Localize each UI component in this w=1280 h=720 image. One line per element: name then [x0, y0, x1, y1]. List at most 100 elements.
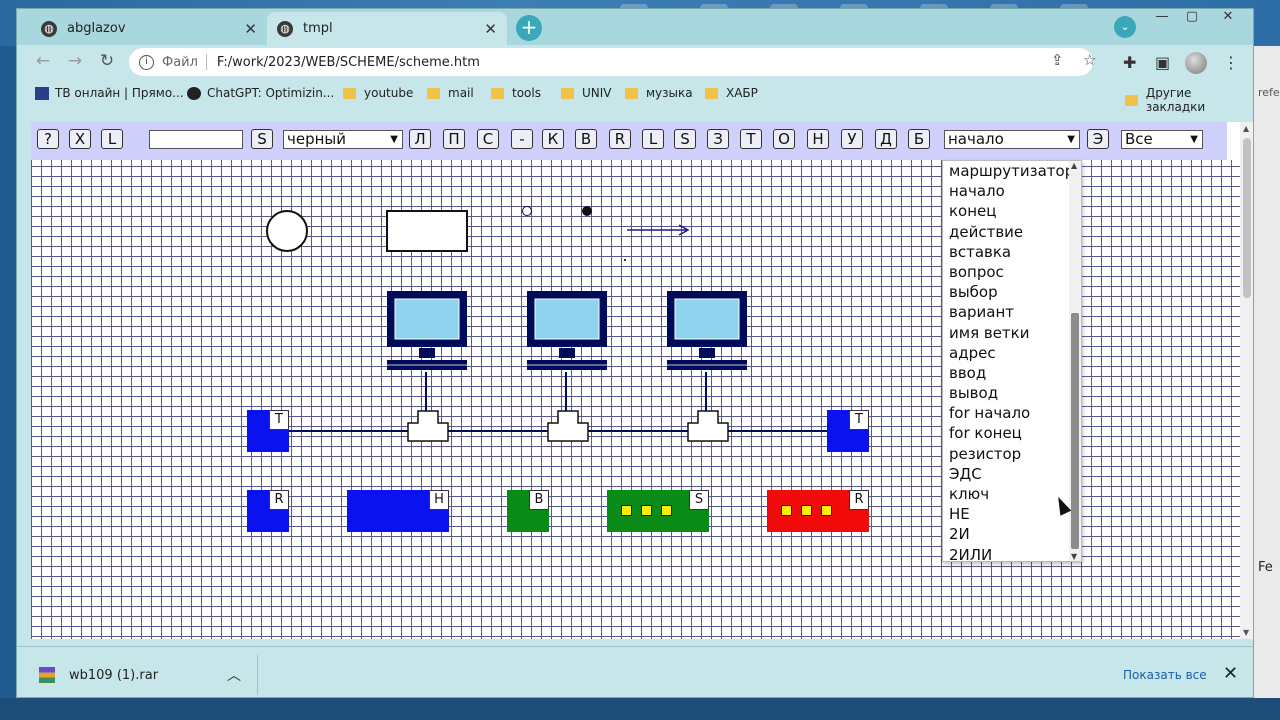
scroll-up-icon[interactable]: ▲ — [1071, 161, 1077, 170]
dropdown-option[interactable]: 2И — [943, 524, 1081, 544]
type-select[interactable]: начало ▼ — [944, 130, 1080, 149]
dropdown-option[interactable]: вставка — [943, 242, 1081, 262]
back-button[interactable]: ← — [31, 51, 55, 71]
info-icon[interactable]: i — [139, 54, 154, 70]
url-text[interactable]: F:/work/2023/WEB/SCHEME/scheme.htm — [217, 55, 1093, 70]
dropdown-option[interactable]: конец — [943, 201, 1081, 221]
computer-monitor-icon[interactable] — [666, 290, 748, 372]
minimize-button[interactable]: — — [1147, 9, 1177, 25]
tab-tmpl[interactable]: ◍ tmpl ✕ — [267, 12, 507, 45]
dropdown-option[interactable]: начало — [943, 181, 1081, 201]
show-all-link[interactable]: Показать все — [1123, 668, 1207, 682]
scroll-up-icon[interactable]: ▲ — [1243, 124, 1249, 133]
bookmark-item[interactable]: музыка — [625, 86, 693, 100]
block-r-blue[interactable]: R — [247, 490, 289, 532]
l-button[interactable]: L — [101, 129, 123, 149]
tool-button[interactable]: О — [773, 129, 795, 149]
tab-close-icon[interactable]: ✕ — [244, 20, 257, 38]
circle-shape[interactable] — [266, 210, 308, 252]
chevron-up-icon[interactable]: ︿ — [227, 665, 241, 685]
hollow-dot-shape[interactable] — [522, 206, 532, 216]
s-button[interactable]: S — [251, 129, 273, 149]
tab-search-button[interactable]: ⌄ — [1114, 16, 1136, 38]
tool-button[interactable]: У — [841, 129, 863, 149]
x-button[interactable]: X — [69, 129, 91, 149]
extensions-icon[interactable]: ✚ — [1123, 53, 1136, 72]
e-button[interactable]: Э — [1087, 129, 1109, 149]
solid-dot-shape[interactable] — [582, 206, 592, 216]
dropdown-scrollbar[interactable]: ▲ ▼ — [1069, 161, 1081, 561]
maximize-button[interactable]: ▢ — [1177, 9, 1207, 25]
bookmark-item[interactable]: mail — [427, 86, 474, 100]
window-close-button[interactable]: ✕ — [1213, 9, 1243, 25]
block-b-green[interactable]: B — [507, 490, 549, 532]
rect-shape[interactable] — [386, 210, 468, 252]
dropdown-option[interactable]: резистор — [943, 444, 1081, 464]
arrow-shape[interactable] — [625, 222, 695, 238]
avatar[interactable] — [1185, 52, 1207, 74]
tool-button[interactable]: Н — [807, 129, 829, 149]
computer-monitor-icon[interactable] — [526, 290, 608, 372]
dropdown-option[interactable]: действие — [943, 222, 1081, 242]
block-h-blue[interactable]: H — [347, 490, 449, 532]
page-scrollbar[interactable]: ▲ ▼ — [1240, 122, 1253, 639]
dropdown-option[interactable]: for начало — [943, 403, 1081, 423]
scope-select[interactable]: Все ▼ — [1121, 130, 1203, 149]
share-icon[interactable]: ⇪ — [1051, 51, 1064, 69]
computer-monitor-icon[interactable] — [386, 290, 468, 372]
tool-button[interactable]: L — [642, 129, 664, 149]
dropdown-option[interactable]: выбор — [943, 282, 1081, 302]
forward-button[interactable]: → — [63, 51, 87, 71]
bookmark-item[interactable]: UNIV — [561, 86, 612, 100]
tool-button[interactable]: П — [443, 129, 465, 149]
download-close-button[interactable]: ✕ — [1223, 663, 1238, 684]
bookmark-item[interactable]: youtube — [343, 86, 413, 100]
new-tab-button[interactable]: + — [516, 15, 542, 41]
dropdown-option[interactable]: маршрутизатор — [943, 161, 1081, 181]
terminator-left[interactable]: T — [247, 410, 289, 452]
text-input[interactable] — [149, 130, 243, 149]
tool-button[interactable]: С — [477, 129, 499, 149]
dropdown-option[interactable]: имя ветки — [943, 323, 1081, 343]
tool-button[interactable]: В — [575, 129, 597, 149]
network-connector-icon[interactable] — [686, 409, 730, 443]
tool-button[interactable]: Т — [740, 129, 762, 149]
dropdown-option[interactable]: 2ИЛИ — [943, 545, 1081, 561]
menu-icon[interactable]: ⋮ — [1223, 53, 1239, 72]
dropdown-option[interactable]: вывод — [943, 383, 1081, 403]
side-panel-icon[interactable]: ▣ — [1155, 53, 1170, 72]
tool-button[interactable]: К — [542, 129, 564, 149]
star-icon[interactable]: ☆ — [1083, 51, 1096, 69]
network-connector-icon[interactable] — [406, 409, 450, 443]
scroll-thumb[interactable] — [1071, 313, 1079, 549]
bookmark-item[interactable]: tools — [491, 86, 541, 100]
tab-abglazov[interactable]: ◍ abglazov ✕ — [31, 12, 267, 45]
dropdown-option[interactable]: for конец — [943, 423, 1081, 443]
dropdown-option[interactable]: ЭДС — [943, 464, 1081, 484]
tool-button[interactable]: Л — [409, 129, 431, 149]
scroll-down-icon[interactable]: ▼ — [1071, 552, 1077, 561]
dropdown-option[interactable]: ввод — [943, 363, 1081, 383]
scroll-down-icon[interactable]: ▼ — [1243, 628, 1249, 637]
terminator-right[interactable]: T — [827, 410, 869, 452]
block-r-red[interactable]: R — [767, 490, 869, 532]
tool-button[interactable]: Д — [875, 129, 897, 149]
tool-button[interactable]: - — [511, 129, 533, 149]
dropdown-option[interactable]: вариант — [943, 302, 1081, 322]
dropdown-option[interactable]: адрес — [943, 343, 1081, 363]
tool-button[interactable]: Б — [908, 129, 930, 149]
dropdown-option[interactable]: вопрос — [943, 262, 1081, 282]
bookmark-item[interactable]: ChatGPT: Optimizin... — [187, 86, 334, 100]
scroll-thumb[interactable] — [1243, 138, 1251, 298]
tool-button[interactable]: S — [674, 129, 696, 149]
color-select[interactable]: черный ▼ — [283, 130, 403, 149]
address-bar[interactable]: i Файл F:/work/2023/WEB/SCHEME/scheme.ht… — [129, 48, 1093, 76]
bookmark-item[interactable]: ХАБР — [705, 86, 758, 100]
download-item[interactable]: wb109 (1).rar — [39, 667, 158, 683]
other-bookmarks[interactable]: Другие закладки — [1125, 86, 1253, 114]
bookmark-item[interactable]: ТВ онлайн | Прямо... — [35, 86, 184, 100]
reload-button[interactable]: ↻ — [95, 51, 119, 71]
network-connector-icon[interactable] — [546, 409, 590, 443]
tab-close-icon[interactable]: ✕ — [484, 20, 497, 38]
tool-button[interactable]: R — [609, 129, 631, 149]
